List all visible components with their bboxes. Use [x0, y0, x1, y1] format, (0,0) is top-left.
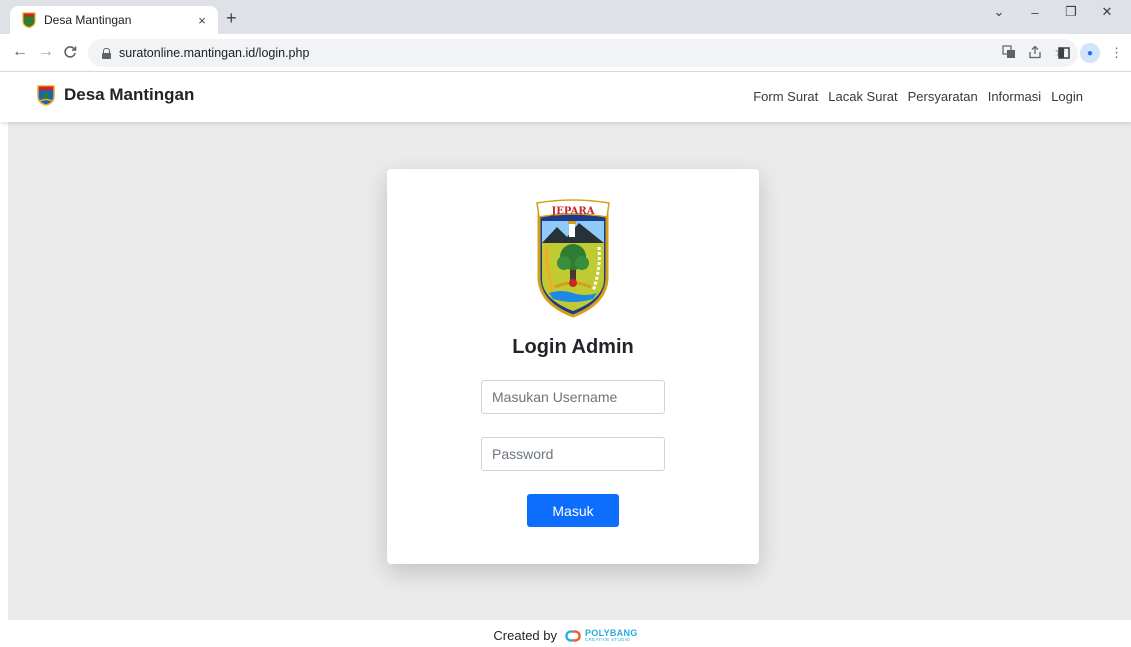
lock-icon[interactable]: [102, 47, 111, 59]
restore-icon[interactable]: ❐: [1053, 4, 1089, 20]
browser-tab[interactable]: Desa Mantingan ×: [10, 6, 218, 34]
nav-link-persyaratan[interactable]: Persyaratan: [908, 89, 978, 104]
tab-close-icon[interactable]: ×: [194, 13, 210, 28]
profile-area: ● ⋮: [1058, 43, 1123, 63]
browser-toolbar: ← → suratonline.mantingan.id/login.php ☆…: [0, 34, 1131, 72]
nav-links: Form Surat Lacak Surat Persyaratan Infor…: [753, 89, 1083, 104]
polybang-subtitle: CREATIVE STUDIO: [585, 636, 630, 642]
reload-icon[interactable]: [63, 45, 77, 59]
new-tab-icon[interactable]: +: [226, 9, 237, 27]
nav-link-form-surat[interactable]: Form Surat: [753, 89, 818, 104]
back-icon[interactable]: ←: [12, 44, 28, 60]
window-controls: ⌄ – ❐ ✕: [981, 4, 1125, 20]
brand-name: Desa Mantingan: [64, 85, 195, 104]
content-area: JEPARA Login Admin Masuk: [8, 122, 1131, 620]
profile-avatar-icon[interactable]: ●: [1080, 43, 1100, 63]
password-input[interactable]: [481, 437, 665, 471]
brand[interactable]: Desa Mantingan: [36, 84, 194, 106]
forward-icon[interactable]: →: [38, 44, 54, 60]
tab-title: Desa Mantingan: [44, 13, 132, 27]
nav-link-login[interactable]: Login: [1051, 89, 1083, 104]
village-emblem-icon: [37, 85, 55, 106]
browser-tab-bar: Desa Mantingan × + ⌄ – ❐ ✕: [0, 0, 1131, 34]
jepara-emblem-icon: JEPARA: [536, 199, 610, 318]
side-panel-icon[interactable]: [1058, 47, 1070, 59]
polybang-mark-icon: [565, 629, 581, 642]
favicon-emblem-icon: [22, 12, 36, 28]
username-input[interactable]: [481, 380, 665, 414]
tab-search-icon[interactable]: ⌄: [981, 4, 1017, 20]
nav-link-lacak-surat[interactable]: Lacak Surat: [828, 89, 897, 104]
nav-link-informasi[interactable]: Informasi: [988, 89, 1041, 104]
minimize-icon[interactable]: –: [1017, 5, 1053, 20]
emblem-banner-text: JEPARA: [551, 206, 595, 217]
polybang-logo[interactable]: POLYBANG CREATIVE STUDIO: [563, 628, 638, 643]
footer: Created by POLYBANG CREATIVE STUDIO: [0, 628, 1131, 643]
site-navbar: Desa Mantingan Form Surat Lacak Surat Pe…: [0, 72, 1131, 122]
login-card: JEPARA Login Admin Masuk: [387, 169, 759, 564]
polybang-wordmark: POLYBANG CREATIVE STUDIO: [585, 628, 638, 643]
omnibox-actions: ☆: [1002, 45, 1066, 59]
more-menu-icon[interactable]: ⋮: [1110, 45, 1123, 61]
close-window-icon[interactable]: ✕: [1089, 4, 1125, 20]
login-submit-button[interactable]: Masuk: [527, 494, 619, 527]
footer-credit-text: Created by: [493, 628, 557, 643]
url-text: suratonline.mantingan.id/login.php: [119, 46, 310, 60]
share-icon[interactable]: [1028, 45, 1042, 59]
address-bar[interactable]: suratonline.mantingan.id/login.php ☆: [88, 39, 1078, 67]
translate-icon[interactable]: [1002, 45, 1016, 59]
login-title: Login Admin: [512, 336, 634, 358]
